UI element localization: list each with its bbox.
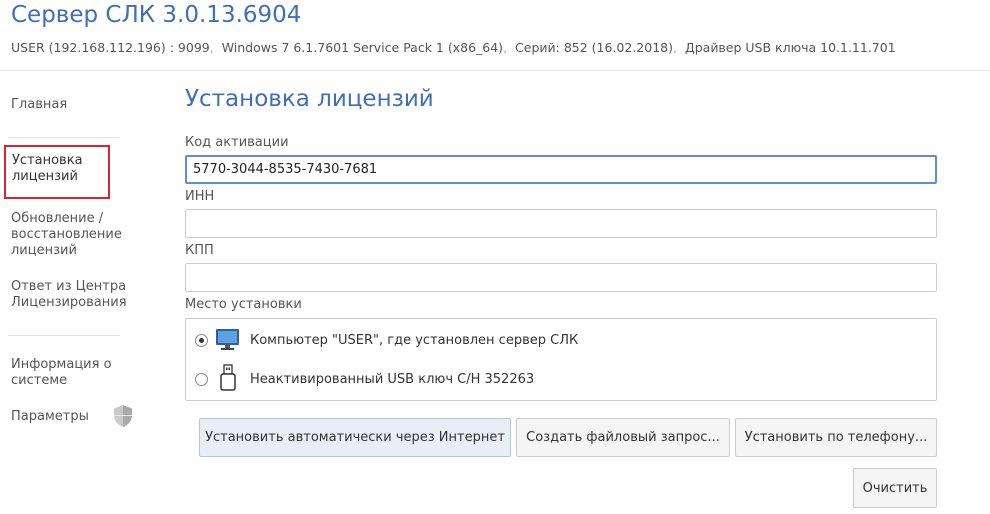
install-online-button[interactable]: Установить автоматически через Интернет [199,418,511,457]
sidebar-divider [8,137,120,138]
inn-label: ИНН [185,189,215,204]
radio-computer[interactable] [195,334,208,347]
radio-usb-key[interactable] [195,373,208,386]
sidebar-divider [8,335,120,336]
install-location-options: Компьютер "USER", где установлен сервер … [185,318,937,401]
header: Сервер СЛК 3.0.13.6904 USER (192.168.112… [0,0,990,71]
option-computer-label[interactable]: Компьютер "USER", где установлен сервер … [250,333,578,348]
kpp-input[interactable] [185,263,937,292]
activation-code-input[interactable] [185,155,937,184]
page-title: Установка лицензий [185,86,434,112]
usb-key-icon [220,364,236,391]
create-file-request-button[interactable]: Создать файловый запрос... [516,418,730,457]
option-usb-key-label[interactable]: Неактивированный USB ключ С/Н 352263 [250,372,534,387]
sidebar-item-install-licenses[interactable]: Установка лицензий [4,145,110,199]
sidebar-item-parameters[interactable]: Параметры [11,409,89,425]
install-location-label: Место установки [185,297,302,312]
sidebar-item-system-info[interactable]: Информация о системе [11,357,112,389]
kpp-label: КПП [185,243,214,258]
sidebar-item-licensing-center-response[interactable]: Ответ из Центра Лицензирования [11,279,127,311]
app-title: Сервер СЛК 3.0.13.6904 [11,2,302,28]
activation-code-label: Код активации [185,135,289,150]
install-by-phone-button[interactable]: Установить по телефону... [735,418,937,457]
sidebar-item-main[interactable]: Главная [11,97,67,113]
host-info: USER (192.168.112.196) : 9099 [11,40,210,55]
inn-input[interactable] [185,209,937,238]
clear-button[interactable]: Очистить [853,468,937,508]
system-info: USER (192.168.112.196) : 9099, Windows 7… [11,40,896,55]
driver-info: Драйвер USB ключа 10.1.11.701 [684,40,896,55]
sidebar-item-update-licenses[interactable]: Обновление / восстановление лицензий [11,211,122,259]
monitor-icon [216,329,239,350]
shield-icon [114,405,132,427]
os-info: Windows 7 6.1.7601 Service Pack 1 (x86_6… [221,40,504,55]
series-info: Серий: 852 (16.02.2018) [515,40,673,55]
